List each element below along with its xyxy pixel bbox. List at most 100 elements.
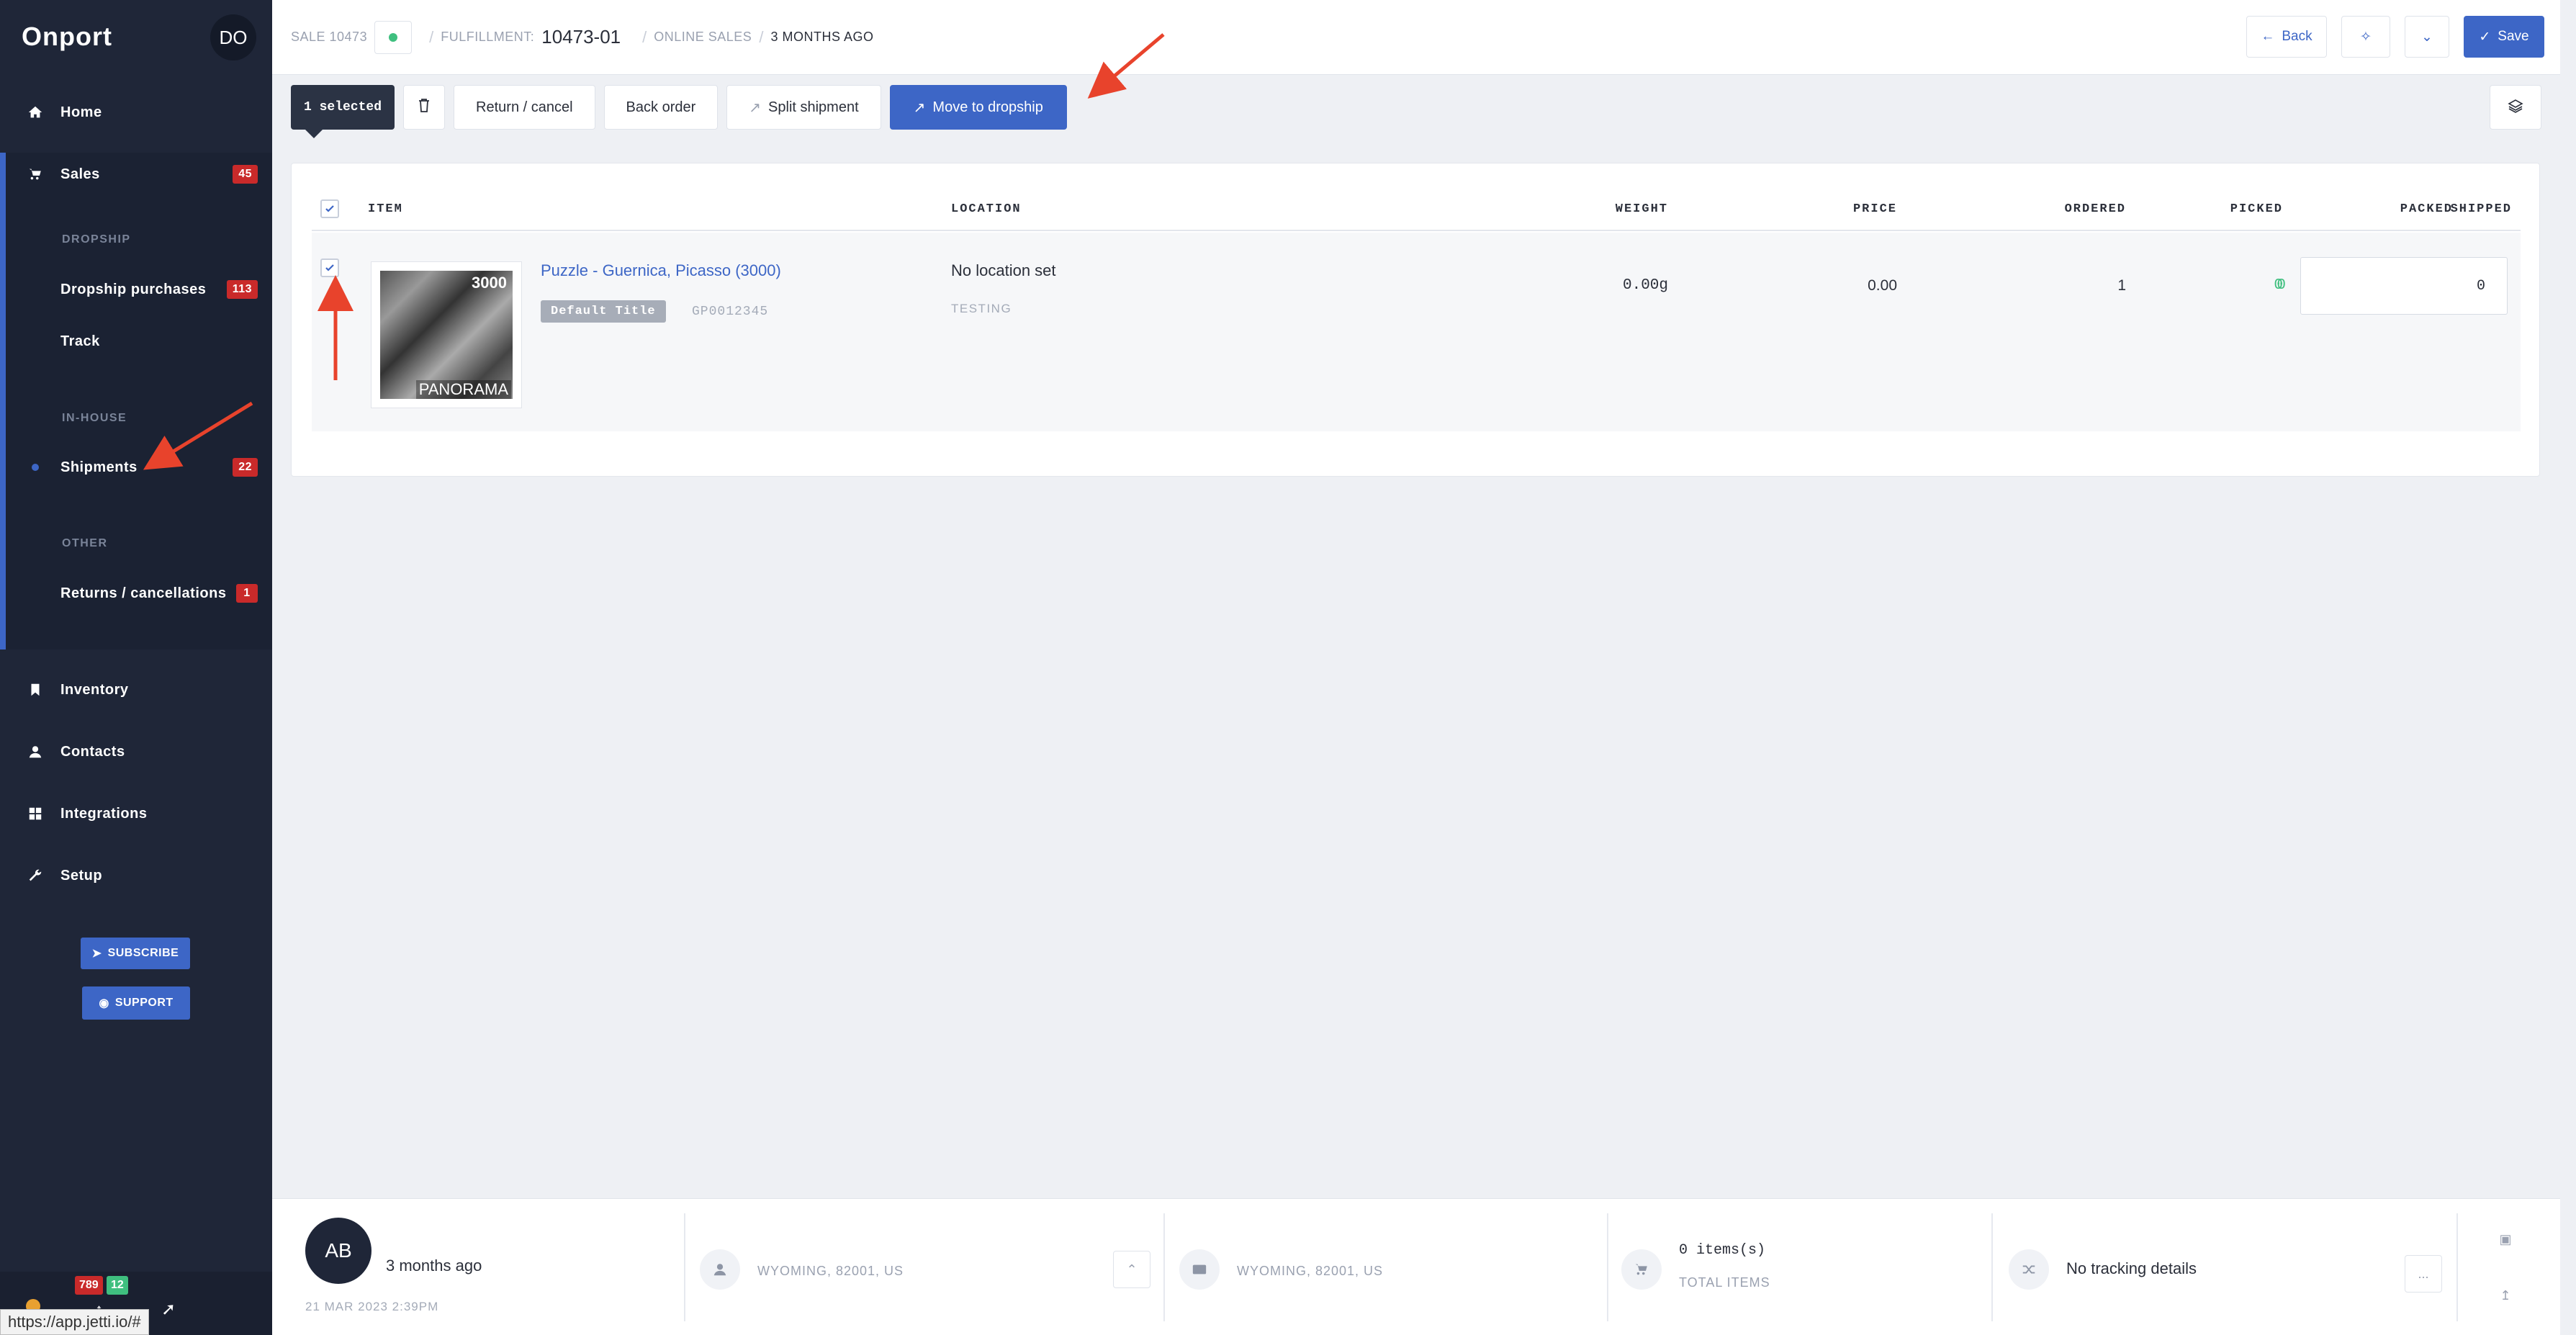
breadcrumb-fulfillment-value: 10473-01 — [541, 26, 621, 48]
breadcrumb-separator: / — [759, 27, 764, 46]
nav-inventory[interactable]: Inventory — [0, 668, 272, 711]
print-button[interactable]: ✧ — [2341, 16, 2390, 58]
product-thumbnail[interactable]: 3000 PANORAMA — [371, 261, 522, 408]
wrench-icon — [27, 868, 43, 884]
trash-icon — [417, 97, 431, 117]
return-cancel-button[interactable]: Return / cancel — [454, 85, 595, 130]
chevron-down-icon: ⌄ — [2421, 29, 2433, 45]
cart-icon — [1621, 1249, 1662, 1290]
upload-icon[interactable]: ↥ — [2487, 1277, 2524, 1314]
user-avatar[interactable]: DO — [210, 14, 256, 60]
fulfillment-items-table: ITEM LOCATION WEIGHT PRICE ORDERED PICKE… — [291, 163, 2540, 477]
sidebar-item-label: Dropship purchases — [60, 281, 207, 297]
divider — [2456, 1213, 2458, 1321]
top-bar: SALE 10473 / FULFILLMENT: 10473-01 / ONL… — [272, 0, 2560, 75]
move-to-dropship-button[interactable]: ↗ Move to dropship — [889, 85, 1067, 130]
section-in-house: IN-HOUSE — [62, 412, 127, 424]
brand-logo[interactable]: Onport — [22, 22, 112, 52]
product-name-link[interactable]: Puzzle - Guernica, Picasso (3000) — [541, 261, 781, 280]
column-header-shipped: SHIPPED — [2450, 202, 2512, 216]
location-warehouse: TESTING — [951, 302, 1012, 315]
bookmark-icon — [27, 682, 43, 698]
column-header-weight: WEIGHT — [1615, 202, 1668, 216]
sidebar-item-label: Track — [60, 333, 100, 349]
sidebar-item-shipments[interactable]: Shipments 22 — [0, 447, 272, 487]
nav-inventory-label: Inventory — [60, 681, 129, 698]
nav-sales-label: Sales — [60, 166, 100, 182]
person-icon — [27, 744, 43, 760]
back-label: Back — [2282, 29, 2312, 44]
credit-card-icon — [1179, 1249, 1220, 1290]
shuffle-icon — [2009, 1249, 2049, 1290]
column-header-packed: PACKED — [2400, 202, 2453, 216]
product-sku: GP0012345 — [692, 305, 769, 319]
table-header: ITEM LOCATION WEIGHT PRICE ORDERED PICKE… — [312, 185, 2521, 231]
breadcrumb-age: 3 MONTHS AGO — [770, 30, 874, 44]
more-options-button[interactable]: ... — [2405, 1255, 2442, 1293]
back-order-button[interactable]: Back order — [603, 85, 719, 130]
order-summary-bar: AB 3 months ago 21 MAR 2023 2:39PM WYOMI… — [272, 1198, 2560, 1335]
dropship-count-badge: 113 — [226, 280, 258, 299]
split-shipment-button[interactable]: ↗ Split shipment — [726, 85, 881, 130]
nav-integrations[interactable]: Integrations — [0, 792, 272, 835]
nav-setup[interactable]: Setup — [0, 854, 272, 897]
delete-button[interactable] — [403, 85, 446, 130]
customer-avatar[interactable]: AB — [305, 1218, 371, 1284]
sidebar: Onport DO Home Sales 45 DROPSHIP Dropshi… — [0, 0, 272, 1335]
active-indicator-dot — [32, 464, 39, 471]
created-date: 21 MAR 2023 2:39PM — [305, 1300, 439, 1313]
nav-sales[interactable]: Sales 45 — [0, 153, 272, 196]
location-value[interactable]: No location set — [951, 261, 1056, 280]
table-row: 3000 PANORAMA Puzzle - Guernica, Picasso… — [312, 233, 2521, 431]
back-button[interactable]: ← Back — [2246, 16, 2327, 58]
rocket-icon[interactable]: ➚ — [161, 1299, 176, 1320]
column-header-picked: PICKED — [2230, 202, 2283, 216]
status-indicator[interactable] — [374, 20, 413, 54]
nav-home[interactable]: Home — [0, 91, 272, 134]
move-to-dropship-label: Move to dropship — [932, 99, 1043, 115]
more-dropdown-button[interactable]: ⌄ — [2405, 16, 2449, 58]
layers-button[interactable] — [2490, 85, 2541, 130]
nav-integrations-label: Integrations — [60, 805, 148, 822]
column-header-item: ITEM — [368, 202, 403, 216]
status-dot-icon — [389, 32, 398, 42]
updates-badge[interactable]: 12 — [107, 1276, 128, 1295]
total-items-label: TOTAL ITEMS — [1679, 1275, 1770, 1290]
support-label: SUPPORT — [114, 997, 174, 1009]
nav-contacts[interactable]: Contacts — [0, 730, 272, 773]
column-header-price: PRICE — [1852, 202, 1897, 216]
sidebar-item-label: Returns / cancellations — [60, 585, 227, 601]
link-status-tooltip: https://app.jetti.io/# — [0, 1309, 149, 1335]
thumbnail-caption-bottom: PANORAMA — [415, 380, 511, 399]
arrow-right-up-icon: ↗ — [913, 99, 926, 116]
check-icon: ✓ — [2479, 29, 2491, 45]
sidebar-item-dropship-purchases[interactable]: Dropship purchases 113 — [0, 269, 272, 310]
chevron-up-button[interactable]: ⌃ — [1113, 1251, 1150, 1288]
selection-count-badge: 1 selected — [291, 85, 395, 138]
chevron-up-icon: ⌃ — [1126, 1262, 1138, 1277]
breadcrumb-channel[interactable]: ONLINE SALES — [654, 30, 752, 45]
subscribe-button[interactable]: ➤ SUBSCRIBE — [81, 938, 190, 969]
sidebar-item-returns[interactable]: Returns / cancellations 1 — [0, 573, 272, 613]
alerts-badge[interactable]: 789 — [75, 1276, 103, 1295]
print-icon[interactable]: ▣ — [2487, 1221, 2524, 1258]
home-icon — [27, 104, 43, 120]
divider — [1607, 1213, 1608, 1321]
check-icon — [325, 264, 334, 271]
items-count: 0 items(s) — [1679, 1242, 1766, 1259]
row-checkbox[interactable] — [320, 259, 339, 277]
created-ago: 3 months ago — [386, 1257, 482, 1275]
shipped-quantity-input[interactable]: 0 — [2300, 257, 2508, 315]
sidebar-item-label: Shipments — [60, 459, 138, 475]
breadcrumb-sale[interactable]: SALE 10473 — [291, 30, 367, 45]
save-button[interactable]: ✓ Save — [2464, 16, 2544, 58]
price-value: 0.00 — [1868, 277, 1897, 294]
select-all-checkbox[interactable] — [320, 199, 339, 218]
sidebar-item-track[interactable]: Track — [0, 321, 272, 361]
subscribe-label: SUBSCRIBE — [107, 947, 179, 959]
section-other: OTHER — [62, 537, 108, 549]
support-button[interactable]: ◉ SUPPORT — [82, 986, 190, 1020]
shipments-count-badge: 22 — [233, 458, 258, 477]
grid-icon — [27, 806, 43, 822]
nav-contacts-label: Contacts — [60, 743, 125, 760]
